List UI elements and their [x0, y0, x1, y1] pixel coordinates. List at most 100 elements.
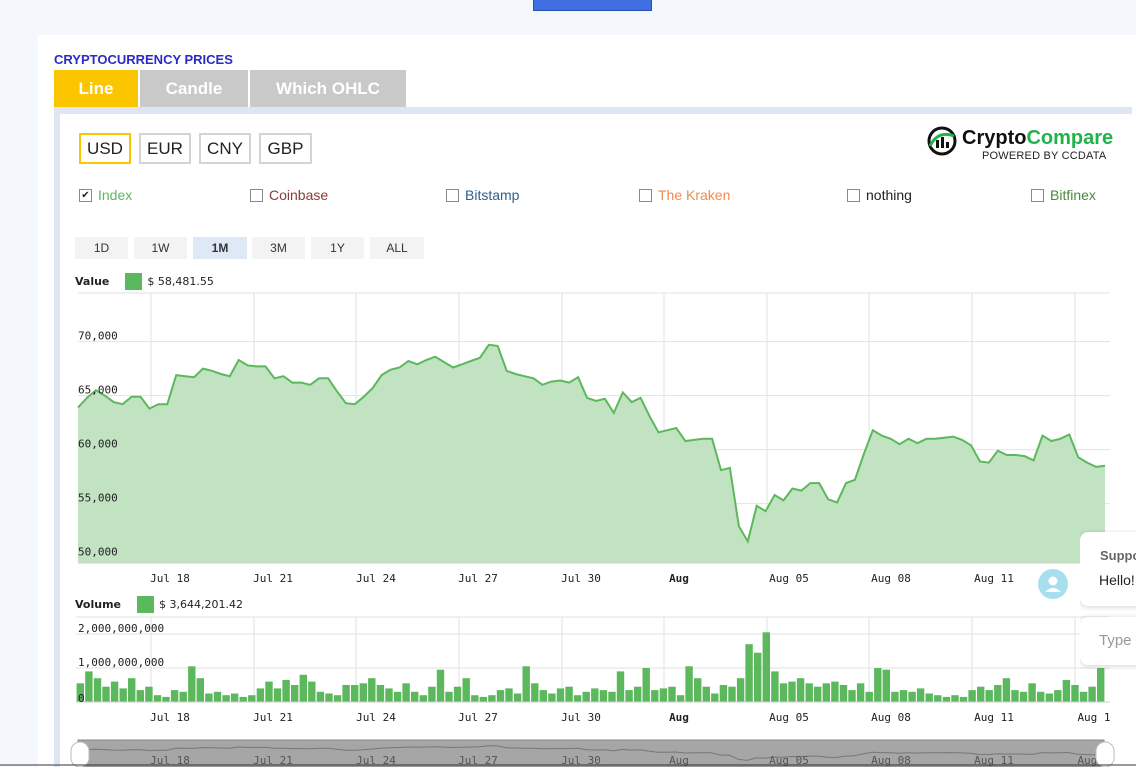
volume-bar	[796, 678, 805, 702]
volume-bar	[719, 685, 728, 702]
volume-bar	[573, 695, 582, 702]
volume-bar	[968, 690, 976, 702]
volume-bar	[102, 686, 110, 702]
volume-bar	[899, 690, 908, 702]
volume-bar	[848, 690, 856, 702]
volume-x-tick: Jul 21	[253, 711, 293, 724]
volume-bar	[916, 688, 925, 702]
volume-bar	[308, 681, 316, 702]
volume-bar	[822, 683, 830, 702]
volume-bar	[282, 679, 290, 702]
chat-bubble[interactable]	[1080, 532, 1136, 606]
volume-bar	[196, 678, 204, 702]
volume-x-tick: Aug 1	[1077, 711, 1110, 724]
volume-bar	[1019, 691, 1028, 702]
volume-bar	[256, 688, 265, 702]
volume-bar	[591, 688, 599, 702]
chat-avatar-icon[interactable]	[1038, 569, 1068, 599]
volume-bar	[359, 683, 367, 702]
volume-bar	[642, 668, 650, 702]
volume-bar	[351, 685, 359, 702]
value-area	[78, 344, 1105, 563]
price-charts[interactable]: 50,000 55,000 60,000 65,000 70,000 Jul 18 Jul …	[0, 0, 1136, 767]
volume-bar	[676, 695, 685, 702]
volume-bar	[934, 695, 942, 702]
value-x-tick: Jul 21	[253, 572, 293, 585]
volume-bar	[599, 690, 608, 702]
volume-bar	[145, 686, 153, 702]
volume-bar	[436, 669, 445, 702]
chat-widget[interactable]: Suppo Hello! Type	[1080, 530, 1136, 670]
volume-bar	[548, 693, 556, 702]
volume-bar	[556, 688, 565, 702]
volume-bar	[582, 691, 590, 702]
volume-bar	[265, 681, 273, 702]
volume-bar	[428, 686, 436, 702]
volume-bar	[230, 693, 239, 702]
volume-bar	[788, 681, 796, 702]
volume-bar	[522, 666, 530, 702]
volume-bar	[616, 671, 625, 702]
value-x-tick: Aug 05	[769, 572, 809, 585]
volume-bar	[1045, 693, 1053, 702]
volume-bar	[316, 691, 325, 702]
value-y-tick: 50,000	[78, 546, 118, 559]
volume-bar	[908, 691, 916, 702]
volume-bar	[136, 690, 144, 702]
value-x-tick: Aug 11	[974, 572, 1014, 585]
volume-bar	[539, 690, 547, 702]
volume-bar	[771, 671, 779, 702]
volume-bar	[856, 683, 865, 702]
volume-bar	[170, 690, 179, 702]
chat-agent-name: Suppo	[1100, 548, 1136, 563]
volume-x-tick: Aug 05	[769, 711, 809, 724]
volume-bar	[634, 686, 642, 702]
volume-bar	[994, 685, 1002, 702]
volume-bar	[531, 683, 539, 702]
volume-bar	[471, 695, 479, 702]
volume-bar	[291, 685, 299, 702]
volume-bar	[453, 686, 462, 702]
chat-input-placeholder: Type	[1099, 632, 1132, 649]
volume-bar	[153, 695, 162, 702]
volume-bar	[205, 693, 213, 702]
volume-y-tick: 1,000,000,000	[78, 656, 164, 669]
volume-bar	[488, 695, 496, 702]
volume-bar	[93, 678, 102, 702]
volume-bar	[702, 686, 710, 702]
volume-bar	[222, 695, 230, 702]
volume-bar	[839, 685, 848, 702]
volume-bar	[1011, 690, 1019, 702]
volume-bar	[891, 691, 899, 702]
volume-bar	[402, 683, 410, 702]
volume-bar	[565, 686, 573, 702]
volume-bar	[865, 691, 873, 702]
value-x-tick: Aug	[669, 572, 689, 585]
volume-bar	[977, 686, 985, 702]
volume-x-tick: Jul 18	[150, 711, 190, 724]
volume-bar	[85, 671, 93, 702]
volume-bar	[1037, 691, 1045, 702]
volume-bar	[882, 669, 890, 702]
volume-x-tick: Jul 27	[458, 711, 498, 724]
volume-x-tick: Jul 24	[356, 711, 396, 724]
volume-bar	[342, 685, 350, 702]
volume-bar	[831, 681, 839, 702]
volume-bar	[239, 696, 247, 702]
navigator-left-handle[interactable]	[70, 741, 90, 767]
volume-bar	[805, 683, 813, 702]
volume-bar	[179, 691, 187, 702]
volume-bar	[462, 678, 470, 702]
volume-bar	[496, 690, 505, 702]
volume-y-tick: 0	[78, 692, 85, 705]
volume-bar	[814, 686, 822, 702]
volume-bar	[942, 696, 951, 702]
volume-x-tick: Jul 30	[561, 711, 601, 724]
navigator-right-handle[interactable]	[1095, 741, 1115, 767]
volume-bar	[659, 688, 668, 702]
volume-bar	[213, 691, 222, 702]
volume-bar	[385, 688, 393, 702]
volume-bar	[1028, 683, 1036, 702]
value-y-tick: 60,000	[78, 438, 118, 451]
volume-bar	[1097, 668, 1105, 702]
